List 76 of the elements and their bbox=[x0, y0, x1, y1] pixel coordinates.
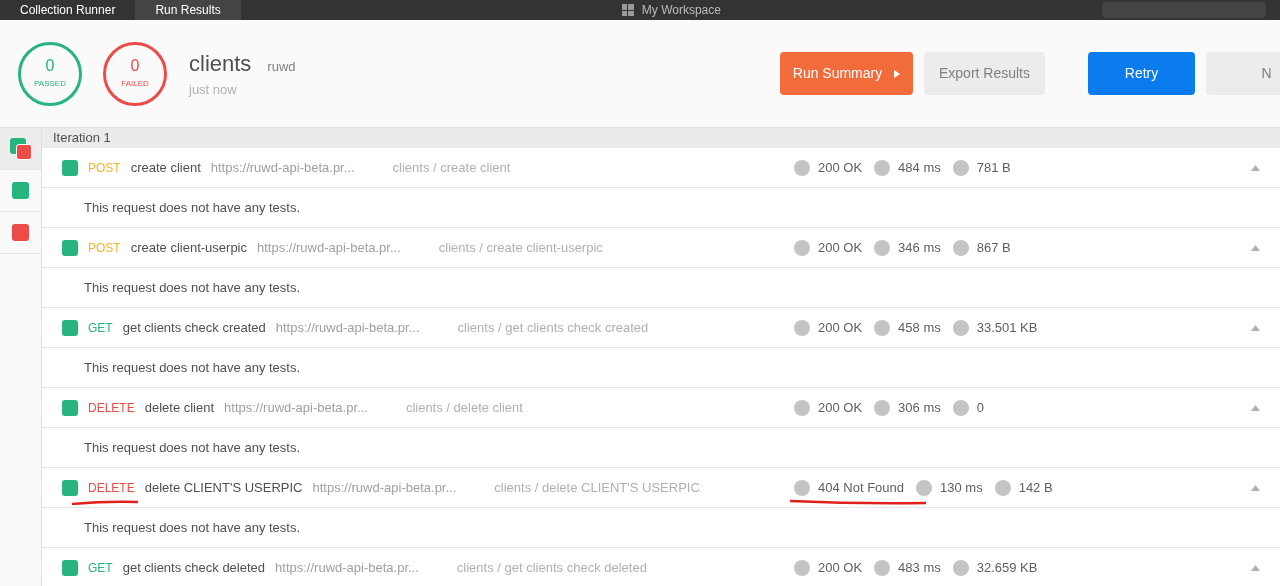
request-name: get clients check deleted bbox=[122, 558, 266, 577]
response-size: 142 B bbox=[1018, 478, 1053, 497]
request-row[interactable]: DELETE delete CLIENT'S USERPIC https://ruwd-api-beta.pr... clients / delete CLIENT'S USERPIC 404 Not Found 130 ms 142 B bbox=[42, 468, 1280, 508]
request-method: POST bbox=[88, 160, 121, 175]
request-method: DELETE bbox=[88, 400, 135, 415]
request-path: clients / create client bbox=[392, 158, 511, 177]
iteration-header: Iteration 1 bbox=[42, 128, 1280, 148]
request-row[interactable]: GET get clients check created https://ruwd-api-beta.pr... clients / get clients check created 200 OK 458 ms 33.501 KB bbox=[42, 308, 1280, 348]
workspace-name: My Workspace bbox=[641, 2, 721, 19]
request-name: delete client bbox=[144, 398, 215, 417]
response-status: 200 OK bbox=[818, 239, 863, 255]
caret-up-icon[interactable] bbox=[1251, 484, 1260, 491]
fail-status-icon bbox=[12, 224, 29, 241]
response-time: 130 ms bbox=[940, 478, 983, 497]
top-tab[interactable]: Run Results bbox=[135, 0, 241, 20]
request-row[interactable]: DELETE delete client https://ruwd-api-beta.pr... clients / delete client 200 OK 306 ms 0 bbox=[42, 388, 1280, 428]
pass-status-icon bbox=[12, 182, 29, 199]
failed-counter: 0 FAILED bbox=[103, 41, 167, 106]
response-time: 458 ms bbox=[898, 318, 941, 337]
request-method: GET bbox=[88, 320, 113, 335]
response-size: 0 bbox=[976, 398, 984, 417]
response-status: 200 OK bbox=[818, 559, 863, 575]
request-name: create client-userpic bbox=[130, 238, 247, 257]
no-tests-message: This request does not have any tests. bbox=[84, 198, 301, 217]
request-path: clients / get clients check created bbox=[457, 318, 649, 337]
request-row[interactable]: POST create client https://ruwd-api-beta.pr... clients / create client 200 OK 484 ms 781 B bbox=[42, 148, 1280, 188]
response-status: 200 OK bbox=[818, 319, 863, 335]
request-url: https://ruwd-api-beta.pr... bbox=[275, 558, 419, 577]
no-tests-message: This request does not have any tests. bbox=[84, 438, 301, 457]
toolbar-button[interactable]: Retry bbox=[1088, 52, 1195, 95]
request-name: delete CLIENT'S USERPIC bbox=[144, 478, 303, 497]
no-tests-message: This request does not have any tests. bbox=[84, 358, 301, 377]
request-path: clients / create client-userpic bbox=[438, 238, 603, 257]
workspace-icon bbox=[621, 4, 634, 16]
no-tests-message: This request does not have any tests. bbox=[84, 518, 301, 537]
request-path: clients / delete CLIENT'S USERPIC bbox=[494, 478, 700, 497]
caret-right-icon bbox=[894, 69, 901, 78]
top-tab[interactable]: Collection Runner bbox=[0, 0, 136, 20]
request-url: https://ruwd-api-beta.pr... bbox=[210, 158, 355, 177]
request-method: POST bbox=[88, 240, 121, 255]
request-name: get clients check created bbox=[122, 318, 266, 337]
no-tests-message: This request does not have any tests. bbox=[84, 278, 301, 297]
caret-up-icon[interactable] bbox=[1251, 244, 1260, 251]
request-url: https://ruwd-api-beta.pr... bbox=[312, 478, 457, 497]
caret-up-icon[interactable] bbox=[1251, 324, 1260, 331]
response-size: 781 B bbox=[976, 158, 1011, 177]
caret-up-icon[interactable] bbox=[1251, 564, 1260, 571]
response-size: 867 B bbox=[976, 238, 1011, 257]
iteration-item[interactable] bbox=[0, 128, 41, 170]
response-time: 483 ms bbox=[898, 558, 941, 577]
request-row[interactable]: GET get clients check deleted https://ruwd-api-beta.pr... clients / get clients check deleted 200 OK 483 ms 32.659 KB bbox=[42, 548, 1280, 586]
response-status: 404 Not Found bbox=[818, 479, 904, 495]
response-time: 484 ms bbox=[898, 158, 941, 177]
request-url: https://ruwd-api-beta.pr... bbox=[224, 398, 368, 417]
environment-name: ruwd bbox=[267, 58, 296, 77]
annotation-underline bbox=[70, 499, 140, 506]
request-url: https://ruwd-api-beta.pr... bbox=[275, 318, 420, 337]
request-url: https://ruwd-api-beta.pr... bbox=[257, 238, 401, 257]
request-path: clients / get clients check deleted bbox=[456, 558, 647, 577]
request-method: GET bbox=[88, 560, 113, 575]
caret-up-icon[interactable] bbox=[1251, 404, 1260, 411]
collection-name: clients bbox=[189, 50, 252, 79]
request-name: create client bbox=[130, 158, 201, 177]
request-row[interactable]: POST create client-userpic https://ruwd-api-beta.pr... clients / create client-userpic 200 OK 346 ms 867 B bbox=[42, 228, 1280, 268]
response-time: 346 ms bbox=[898, 238, 941, 257]
caret-up-icon[interactable] bbox=[1251, 164, 1260, 171]
response-status: 200 OK bbox=[818, 159, 863, 175]
passed-counter: 0 PASSED bbox=[18, 41, 82, 106]
response-size: 33.501 KB bbox=[976, 318, 1038, 337]
response-size: 32.659 KB bbox=[976, 558, 1038, 577]
run-time: just now bbox=[189, 81, 238, 100]
mixed-status-icon bbox=[9, 137, 32, 160]
response-status: 200 OK bbox=[818, 399, 863, 415]
request-method: DELETE bbox=[88, 480, 135, 495]
request-path: clients / delete client bbox=[405, 398, 523, 417]
response-time: 306 ms bbox=[898, 398, 941, 417]
